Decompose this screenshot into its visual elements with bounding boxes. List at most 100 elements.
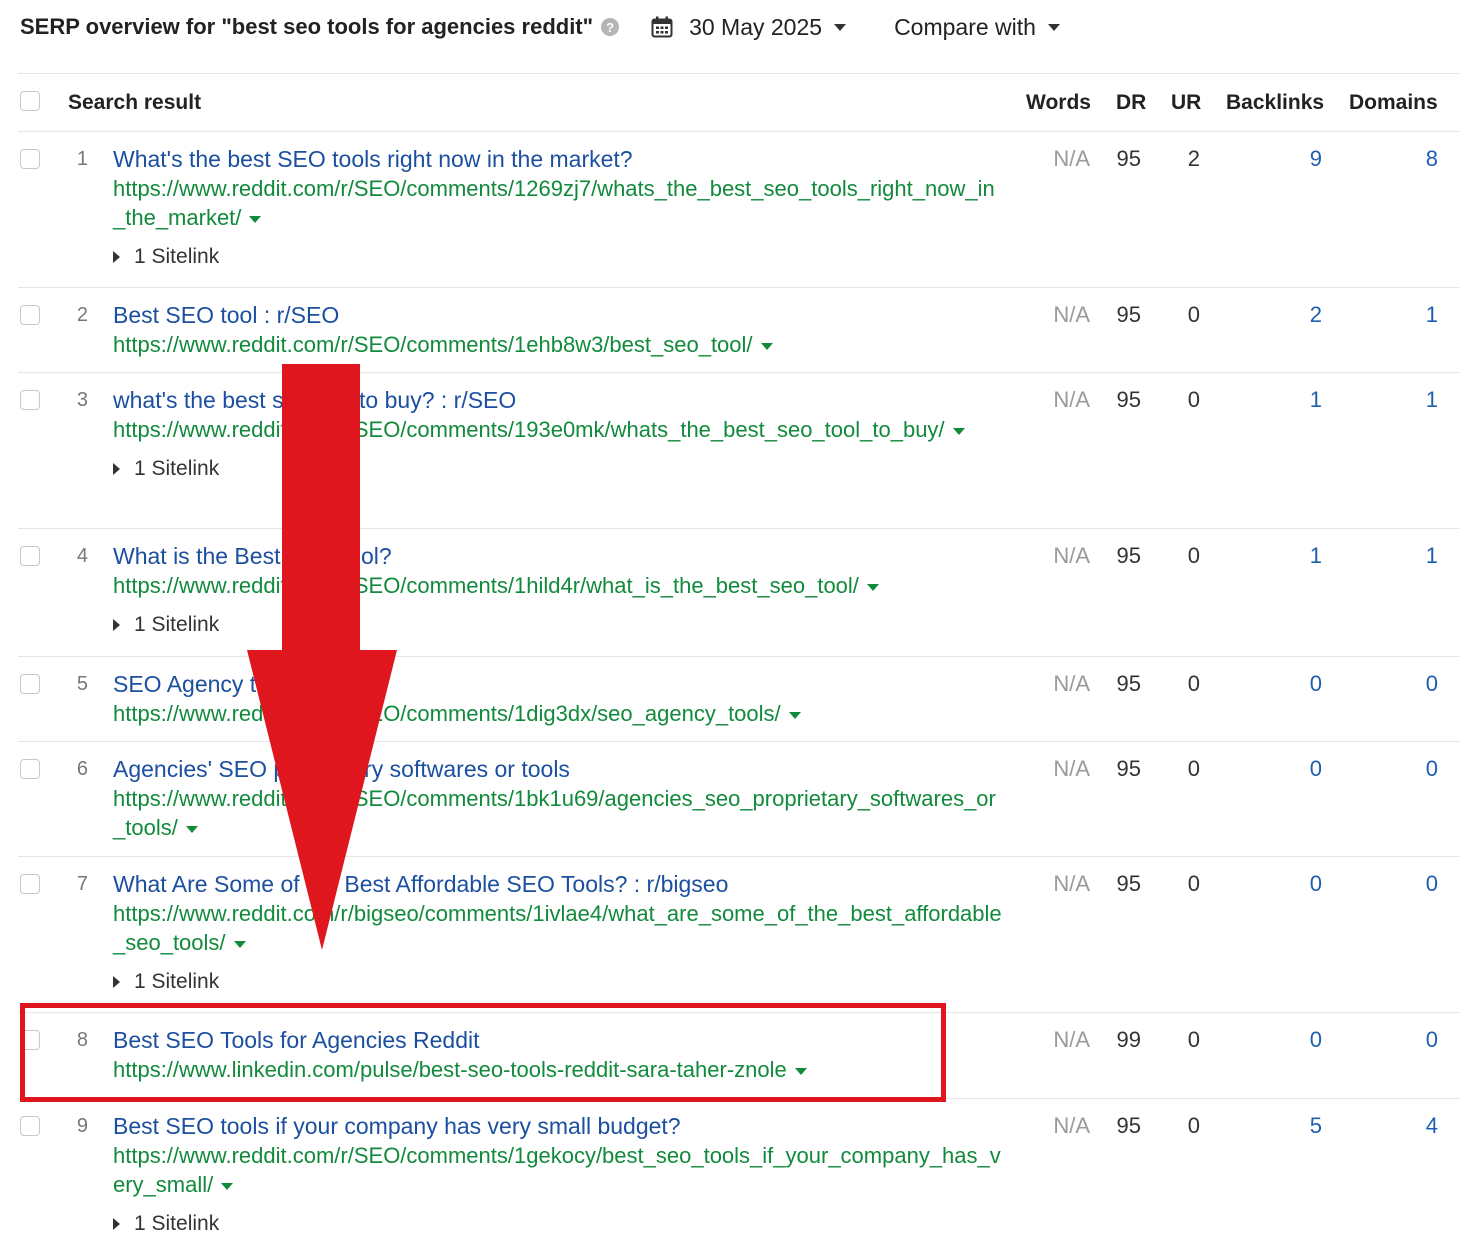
cell-domains[interactable]: 1 [1343, 387, 1438, 413]
cell-words: N/A [1018, 756, 1090, 782]
cell-words: N/A [1018, 543, 1090, 569]
date-picker[interactable]: 30 May 2025 [651, 14, 846, 41]
help-icon[interactable]: ? [601, 18, 619, 36]
url-menu-caret-icon[interactable] [795, 1068, 807, 1075]
row-checkbox[interactable] [20, 1116, 40, 1136]
select-all-checkbox[interactable] [20, 91, 40, 111]
row-checkbox[interactable] [20, 874, 40, 894]
cell-backlinks[interactable]: 0 [1228, 756, 1322, 782]
table-row-highlighted: 8 Best SEO Tools for Agencies Reddit htt… [18, 1012, 1460, 1098]
sitelink-toggle[interactable]: 1 Sitelink [113, 613, 1003, 637]
cell-backlinks[interactable]: 1 [1228, 543, 1322, 569]
sitelink-toggle[interactable]: 1 Sitelink [113, 457, 1003, 481]
cell-domains[interactable]: 0 [1343, 871, 1438, 897]
table-row: 3 what's the best seo tool to buy? : r/S… [18, 372, 1460, 528]
row-checkbox[interactable] [20, 149, 40, 169]
cell-backlinks[interactable]: 0 [1228, 671, 1322, 697]
cell-domains[interactable]: 8 [1343, 146, 1438, 172]
cell-ur: 2 [1158, 146, 1200, 172]
compare-with-dropdown[interactable]: Compare with [894, 14, 1060, 41]
col-domains[interactable]: Domains [1349, 91, 1438, 115]
row-position: 2 [68, 304, 88, 327]
result-url-link[interactable]: https://www.reddit.com/r/SEO/comments/1b… [113, 784, 1003, 842]
cell-domains[interactable]: 0 [1343, 671, 1438, 697]
expand-triangle-icon [113, 619, 120, 631]
chevron-down-icon [834, 24, 846, 31]
result-url-link[interactable]: https://www.reddit.com/r/SEO/comments/19… [113, 415, 1003, 444]
row-checkbox[interactable] [20, 674, 40, 694]
row-checkbox[interactable] [20, 390, 40, 410]
col-words[interactable]: Words [1026, 91, 1091, 115]
cell-domains[interactable]: 1 [1343, 543, 1438, 569]
sitelink-toggle[interactable]: 1 Sitelink [113, 245, 1003, 269]
compare-label: Compare with [894, 14, 1036, 41]
cell-words: N/A [1018, 302, 1090, 328]
result-title-link[interactable]: Best SEO tool : r/SEO [113, 300, 1003, 330]
result-url-link[interactable]: https://www.linkedin.com/pulse/best-seo-… [113, 1055, 1003, 1084]
url-menu-caret-icon[interactable] [789, 712, 801, 719]
table-row: 7 What Are Some of the Best Affordable S… [18, 856, 1460, 1012]
row-position: 6 [68, 758, 88, 781]
sitelink-toggle[interactable]: 1 Sitelink [113, 1212, 1003, 1236]
cell-backlinks[interactable]: 0 [1228, 1027, 1322, 1053]
cell-ur: 0 [1158, 302, 1200, 328]
url-menu-caret-icon[interactable] [953, 428, 965, 435]
result-title-link[interactable]: what's the best seo tool to buy? : r/SEO [113, 385, 1003, 415]
result-title-link[interactable]: SEO Agency tools [113, 669, 1003, 699]
date-label: 30 May 2025 [689, 14, 822, 41]
result-url-link[interactable]: https://www.reddit.com/r/SEO/comments/1g… [113, 1141, 1003, 1199]
cell-domains[interactable]: 4 [1343, 1113, 1438, 1139]
row-checkbox[interactable] [20, 305, 40, 325]
row-position: 7 [68, 873, 88, 896]
table-row: 4 What is the Best SEO tool? https://www… [18, 528, 1460, 656]
result-title-link[interactable]: What is the Best SEO tool? [113, 541, 1003, 571]
url-menu-caret-icon[interactable] [249, 216, 261, 223]
cell-backlinks[interactable]: 2 [1228, 302, 1322, 328]
row-position: 5 [68, 673, 88, 696]
serp-table: Search result Words DR UR Backlinks Doma… [18, 73, 1460, 1249]
cell-domains[interactable]: 1 [1343, 302, 1438, 328]
result-url-link[interactable]: https://www.reddit.com/r/SEO/comments/12… [113, 174, 1003, 232]
url-menu-caret-icon[interactable] [234, 941, 246, 948]
result-title-link[interactable]: What's the best SEO tools right now in t… [113, 144, 1003, 174]
result-title-link[interactable]: Best SEO Tools for Agencies Reddit [113, 1025, 1003, 1055]
expand-triangle-icon [113, 463, 120, 475]
result-url-link[interactable]: https://www.reddit.com/r/SEO/comments/1d… [113, 699, 1003, 728]
cell-backlinks[interactable]: 0 [1228, 871, 1322, 897]
url-menu-caret-icon[interactable] [761, 343, 773, 350]
result-title-link[interactable]: What Are Some of the Best Affordable SEO… [113, 869, 1003, 899]
cell-domains[interactable]: 0 [1343, 1027, 1438, 1053]
result-title-link[interactable]: Best SEO tools if your company has very … [113, 1111, 1003, 1141]
result-url-link[interactable]: https://www.reddit.com/r/SEO/comments/1e… [113, 330, 1003, 359]
col-ur[interactable]: UR [1171, 91, 1201, 115]
col-dr[interactable]: DR [1116, 91, 1146, 115]
cell-words: N/A [1018, 1113, 1090, 1139]
calendar-icon [651, 16, 673, 38]
cell-dr: 95 [1096, 302, 1141, 328]
url-menu-caret-icon[interactable] [221, 1183, 233, 1190]
col-backlinks[interactable]: Backlinks [1226, 91, 1324, 115]
result-title-link[interactable]: Agencies' SEO proprietary softwares or t… [113, 754, 1003, 784]
table-header: Search result Words DR UR Backlinks Doma… [18, 73, 1460, 131]
cell-backlinks[interactable]: 1 [1228, 387, 1322, 413]
result-url-link[interactable]: https://www.reddit.com/r/SEO/comments/1h… [113, 571, 1003, 600]
sitelink-toggle[interactable]: 1 Sitelink [113, 970, 1003, 994]
cell-dr: 95 [1096, 146, 1141, 172]
row-checkbox[interactable] [20, 759, 40, 779]
result-url-link[interactable]: https://www.reddit.com/r/bigseo/comments… [113, 899, 1003, 957]
cell-dr: 99 [1096, 1027, 1141, 1053]
expand-triangle-icon [113, 251, 120, 263]
expand-triangle-icon [113, 1218, 120, 1230]
row-checkbox[interactable] [20, 1030, 40, 1050]
url-menu-caret-icon[interactable] [867, 584, 879, 591]
cell-domains[interactable]: 0 [1343, 756, 1438, 782]
table-row: 5 SEO Agency tools https://www.reddit.co… [18, 656, 1460, 741]
table-row: 1 What's the best SEO tools right now in… [18, 131, 1460, 287]
cell-dr: 95 [1096, 871, 1141, 897]
cell-backlinks[interactable]: 5 [1228, 1113, 1322, 1139]
row-checkbox[interactable] [20, 546, 40, 566]
url-menu-caret-icon[interactable] [186, 826, 198, 833]
cell-dr: 95 [1096, 756, 1141, 782]
col-search-result[interactable]: Search result [68, 91, 201, 115]
cell-backlinks[interactable]: 9 [1228, 146, 1322, 172]
